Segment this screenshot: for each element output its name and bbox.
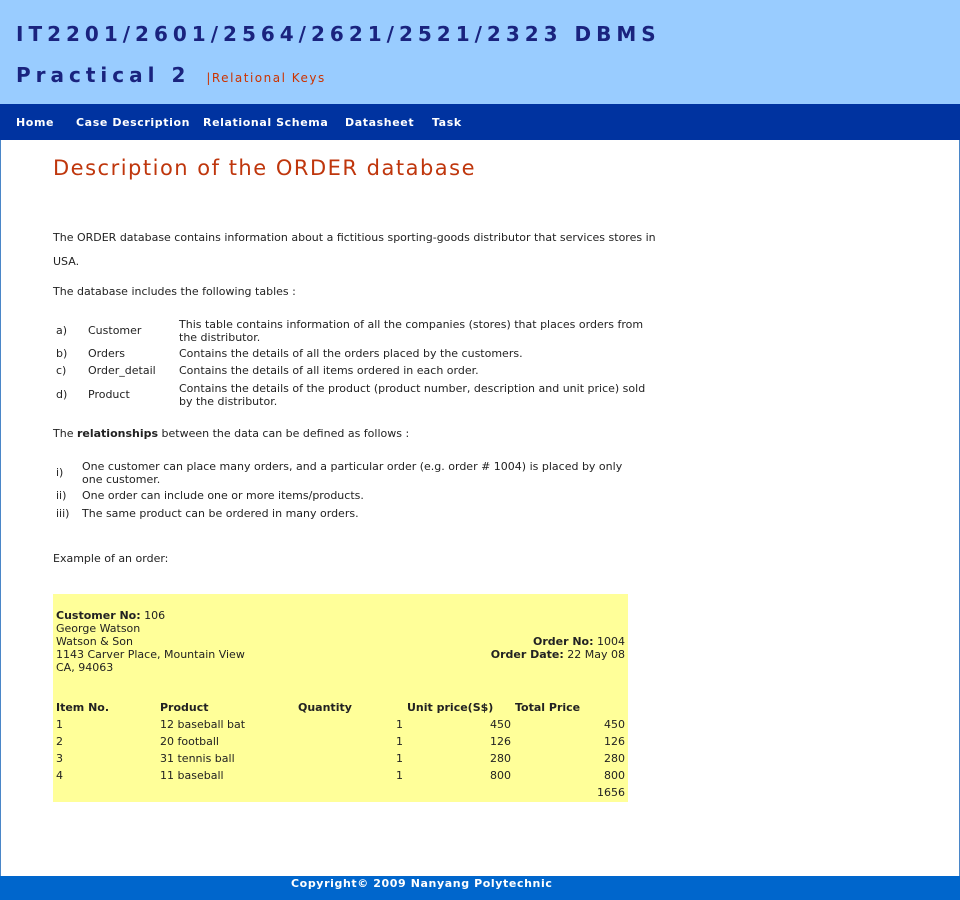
cell-product: 31 tennis ball <box>160 752 235 765</box>
order-example: Customer No: 106 George Watson Watson & … <box>53 594 628 802</box>
practical-label: Practical 2 <box>16 63 191 87</box>
list-marker: iii) <box>56 507 70 520</box>
cell-unit: 280 <box>490 752 511 765</box>
column-header-product: Product <box>160 701 209 714</box>
order-date-line: Order Date: 22 May 08 <box>491 648 625 661</box>
list-marker: b) <box>56 347 68 360</box>
table-description: Contains the details of all items ordere… <box>179 364 479 377</box>
intro-paragraph: The ORDER database contains information … <box>53 231 656 268</box>
copyright-text: Copyright© 2009 Nanyang Polytechnic <box>291 877 553 890</box>
cell-total: 800 <box>604 769 625 782</box>
column-header-unit-price: Unit price(S$) <box>407 701 494 714</box>
cell-total: 450 <box>604 718 625 731</box>
customer-name: George Watson <box>56 622 141 635</box>
cell-item: 1 <box>56 718 63 731</box>
table-name: Orders <box>88 347 125 360</box>
cell-item: 2 <box>56 735 63 748</box>
example-label: Example of an order: <box>53 552 169 565</box>
order-no-label: Order No: <box>532 635 594 648</box>
nav-item-case-description[interactable]: Case Description <box>76 116 190 129</box>
nav-item-task[interactable]: Task <box>432 116 462 129</box>
relationship-text: One customer can place many orders, and … <box>82 460 623 486</box>
site-subtitle: Practical 2 |Relational Keys <box>16 63 326 87</box>
list-marker: d) <box>56 388 68 401</box>
table-description: Contains the details of all the orders p… <box>179 347 523 360</box>
column-header-item-no: Item No. <box>56 701 110 714</box>
cell-qty: 1 <box>396 752 403 765</box>
table-description: Contains the details of the product (pro… <box>179 382 646 408</box>
rel-bold: relationships <box>76 427 159 440</box>
cell-qty: 1 <box>396 718 403 731</box>
order-date-label: Order Date: <box>490 648 564 661</box>
cell-qty: 1 <box>396 769 403 782</box>
nav-item-relational-schema[interactable]: Relational Schema <box>203 116 328 129</box>
page-title: Description of the ORDER database <box>53 156 477 180</box>
order-info-block: Order No: 1004 Order Date: 22 May 08 <box>491 635 625 661</box>
cell-item: 3 <box>56 752 63 765</box>
nav-item-datasheet[interactable]: Datasheet <box>345 116 414 129</box>
cell-product: 11 baseball <box>160 769 224 782</box>
customer-block: Customer No: 106 George Watson Watson & … <box>56 609 245 674</box>
table-description: This table contains information of all t… <box>179 318 644 344</box>
table-name: Customer <box>88 324 142 337</box>
order-date-value: 22 May 08 <box>567 648 625 661</box>
table-name: Order_detail <box>88 364 156 377</box>
list-marker: a) <box>56 324 68 337</box>
relationships-intro: The relationships between the data can b… <box>53 427 409 440</box>
relationship-text: The same product can be ordered in many … <box>82 507 359 520</box>
tables-intro: The database includes the following tabl… <box>53 285 296 298</box>
column-header-quantity: Quantity <box>298 701 352 714</box>
customer-company: Watson & Son <box>56 635 133 648</box>
order-no-value: 1004 <box>597 635 625 648</box>
table-name: Product <box>88 388 130 401</box>
cell-qty: 1 <box>396 735 403 748</box>
cell-product: 12 baseball bat <box>160 718 246 731</box>
site-header: IT2201/2601/2564/2621/2521/2323 DBMS Pra… <box>0 0 960 104</box>
practical-tag: |Relational Keys <box>206 71 326 85</box>
grand-total: 1656 <box>597 786 625 799</box>
cell-unit: 450 <box>490 718 511 731</box>
cell-total: 126 <box>604 735 625 748</box>
order-no-line: Order No: 1004 <box>491 635 625 648</box>
column-header-total-price: Total Price <box>515 701 581 714</box>
customer-no-value: 106 <box>144 609 166 622</box>
customer-address-line1: 1143 Carver Place, Mountain View <box>56 648 245 661</box>
cell-product: 20 football <box>160 735 219 748</box>
customer-address-line2: CA, 94063 <box>56 661 114 674</box>
site-title: IT2201/2601/2564/2621/2521/2323 DBMS <box>16 22 661 46</box>
cell-total: 280 <box>604 752 625 765</box>
customer-no-label: Customer No: <box>56 609 141 622</box>
cell-unit: 126 <box>490 735 511 748</box>
relationship-text: One order can include one or more items/… <box>82 489 364 502</box>
list-marker: ii) <box>56 489 67 502</box>
nav-bar: Home Case Description Relational Schema … <box>0 104 960 140</box>
list-marker: i) <box>56 466 64 479</box>
nav-item-home[interactable]: Home <box>16 116 54 129</box>
customer-no-line: Customer No: 106 <box>56 609 245 622</box>
rel-prefix: The <box>53 427 77 440</box>
cell-item: 4 <box>56 769 63 782</box>
rel-suffix: between the data can be defined as follo… <box>158 427 410 440</box>
footer-bar: Copyright© 2009 Nanyang Polytechnic <box>0 876 960 900</box>
list-marker: c) <box>56 364 67 377</box>
cell-unit: 800 <box>490 769 511 782</box>
